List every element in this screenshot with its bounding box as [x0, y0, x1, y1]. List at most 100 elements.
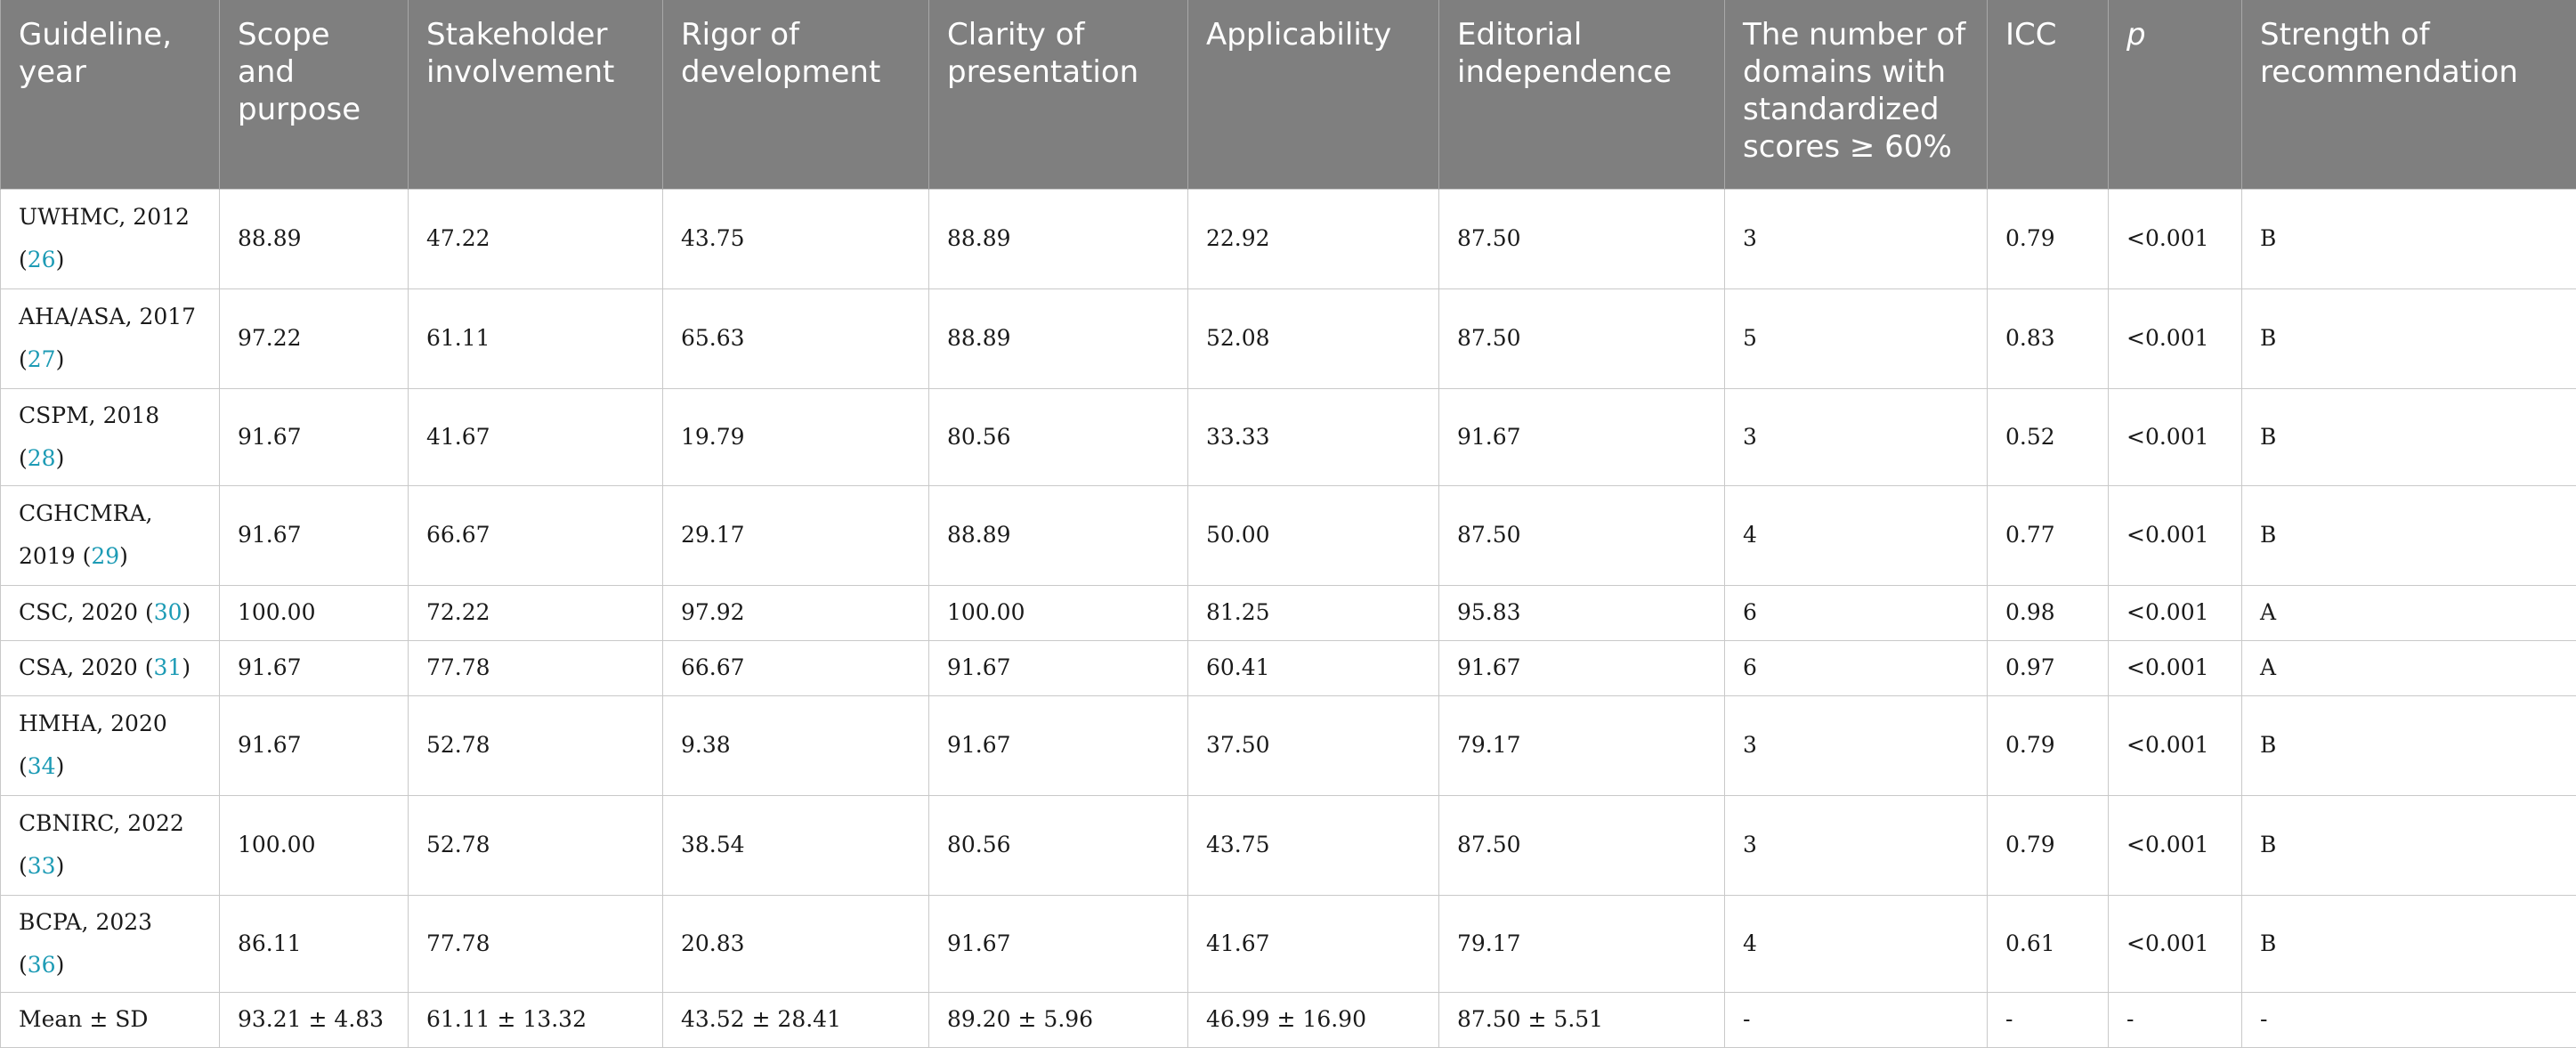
table-cell: 88.89: [929, 288, 1188, 388]
table-cell: <0.001: [2109, 640, 2242, 695]
table-cell: 87.50 ± 5.51: [1439, 992, 1725, 1047]
guideline-cell: Mean ± SD: [1, 992, 220, 1047]
table-row: CBNIRC, 2022 (33)100.0052.7838.5480.5643…: [1, 795, 2576, 895]
reference-link[interactable]: 31: [154, 654, 182, 680]
table-cell: 33.33: [1188, 388, 1439, 485]
reference-link[interactable]: 33: [28, 853, 56, 879]
table-cell: 19.79: [663, 388, 929, 485]
reference-link[interactable]: 28: [28, 445, 56, 471]
table-cell: 43.75: [1188, 795, 1439, 895]
table-cell: A: [2242, 585, 2576, 640]
table-cell: <0.001: [2109, 895, 2242, 992]
guideline-cell: AHA/ASA, 2017 (27): [1, 288, 220, 388]
table-cell: 9.38: [663, 695, 929, 795]
table-cell: 97.92: [663, 585, 929, 640]
table-row: HMHA, 2020 (34)91.6752.789.3891.6737.507…: [1, 695, 2576, 795]
table-cell: 93.21 ± 4.83: [220, 992, 409, 1047]
table-cell: 3: [1725, 795, 1988, 895]
table-cell: 47.22: [409, 189, 663, 288]
table-cell: 91.67: [929, 895, 1188, 992]
column-header: p: [2109, 0, 2242, 189]
table-cell: 91.67: [1439, 388, 1725, 485]
reference-link[interactable]: 30: [154, 599, 182, 625]
table-cell: B: [2242, 895, 2576, 992]
column-header: ICC: [1988, 0, 2109, 189]
table-cell: 0.77: [1988, 485, 2109, 585]
table-cell: -: [1988, 992, 2109, 1047]
table-cell: 50.00: [1188, 485, 1439, 585]
table-cell: 0.79: [1988, 795, 2109, 895]
table-cell: 20.83: [663, 895, 929, 992]
guideline-name: Mean ± SD: [19, 1006, 148, 1032]
table-cell: 46.99 ± 16.90: [1188, 992, 1439, 1047]
table-cell: 61.11: [409, 288, 663, 388]
table-cell: 43.75: [663, 189, 929, 288]
table-cell: 80.56: [929, 795, 1188, 895]
guideline-cell: CSPM, 2018 (28): [1, 388, 220, 485]
table-cell: 4: [1725, 485, 1988, 585]
table-cell: B: [2242, 288, 2576, 388]
reference-link[interactable]: 29: [91, 543, 119, 569]
table-row: AHA/ASA, 2017 (27)97.2261.1165.6388.8952…: [1, 288, 2576, 388]
table-cell: A: [2242, 640, 2576, 695]
guideline-name: AHA/ASA, 2017: [19, 304, 196, 329]
table-cell: 81.25: [1188, 585, 1439, 640]
table-cell: 91.67: [220, 388, 409, 485]
reference-link[interactable]: 36: [28, 952, 56, 978]
guideline-cell: UWHMC, 2012 (26): [1, 189, 220, 288]
column-header: Guideline, year: [1, 0, 220, 189]
table-cell: 87.50: [1439, 795, 1725, 895]
table-cell: 66.67: [409, 485, 663, 585]
column-header: Scope and purpose: [220, 0, 409, 189]
guideline-quality-table: Guideline, year Scope and purpose Stakeh…: [0, 0, 2576, 1048]
table-cell: 3: [1725, 388, 1988, 485]
table-cell: -: [2109, 992, 2242, 1047]
table-cell: B: [2242, 189, 2576, 288]
table-cell: <0.001: [2109, 485, 2242, 585]
table-cell: 100.00: [220, 795, 409, 895]
table-cell: -: [1725, 992, 1988, 1047]
table-row: CSA, 2020 (31)91.6777.7866.6791.6760.419…: [1, 640, 2576, 695]
table-cell: 91.67: [929, 695, 1188, 795]
guideline-name: UWHMC, 2012: [19, 204, 190, 230]
guideline-cell: HMHA, 2020 (34): [1, 695, 220, 795]
table-cell: 79.17: [1439, 895, 1725, 992]
reference-link[interactable]: 26: [28, 247, 56, 272]
table-cell: 43.52 ± 28.41: [663, 992, 929, 1047]
table-cell: 91.67: [1439, 640, 1725, 695]
table-cell: 0.98: [1988, 585, 2109, 640]
table-cell: 88.89: [220, 189, 409, 288]
guideline-name: CSC, 2020: [19, 599, 138, 625]
table-row: BCPA, 2023 (36)86.1177.7820.8391.6741.67…: [1, 895, 2576, 992]
guideline-cell: CSC, 2020 (30): [1, 585, 220, 640]
table-cell: 4: [1725, 895, 1988, 992]
guideline-cell: BCPA, 2023 (36): [1, 895, 220, 992]
table-cell: <0.001: [2109, 695, 2242, 795]
table-cell: 61.11 ± 13.32: [409, 992, 663, 1047]
table-cell: 3: [1725, 189, 1988, 288]
table-cell: <0.001: [2109, 585, 2242, 640]
table-cell: 91.67: [220, 485, 409, 585]
guideline-name: HMHA, 2020: [19, 711, 167, 736]
column-header: Stakeholder involvement: [409, 0, 663, 189]
table-cell: 86.11: [220, 895, 409, 992]
guideline-name: CBNIRC, 2022: [19, 810, 184, 836]
table-cell: 22.92: [1188, 189, 1439, 288]
table-cell: 87.50: [1439, 288, 1725, 388]
table-cell: B: [2242, 485, 2576, 585]
guideline-name: CGHCMRA, 2019: [19, 500, 152, 569]
table-cell: 88.89: [929, 189, 1188, 288]
column-header: Strength of recommendation: [2242, 0, 2576, 189]
reference-link[interactable]: 27: [28, 346, 56, 372]
table-cell: 0.97: [1988, 640, 2109, 695]
table-cell: 41.67: [1188, 895, 1439, 992]
table-cell: 80.56: [929, 388, 1188, 485]
reference-link[interactable]: 34: [28, 753, 56, 779]
table-cell: 37.50: [1188, 695, 1439, 795]
table-cell: 6: [1725, 640, 1988, 695]
table-cell: B: [2242, 388, 2576, 485]
table-cell: 77.78: [409, 640, 663, 695]
table-cell: 52.08: [1188, 288, 1439, 388]
table-cell: <0.001: [2109, 795, 2242, 895]
table-cell: 100.00: [220, 585, 409, 640]
